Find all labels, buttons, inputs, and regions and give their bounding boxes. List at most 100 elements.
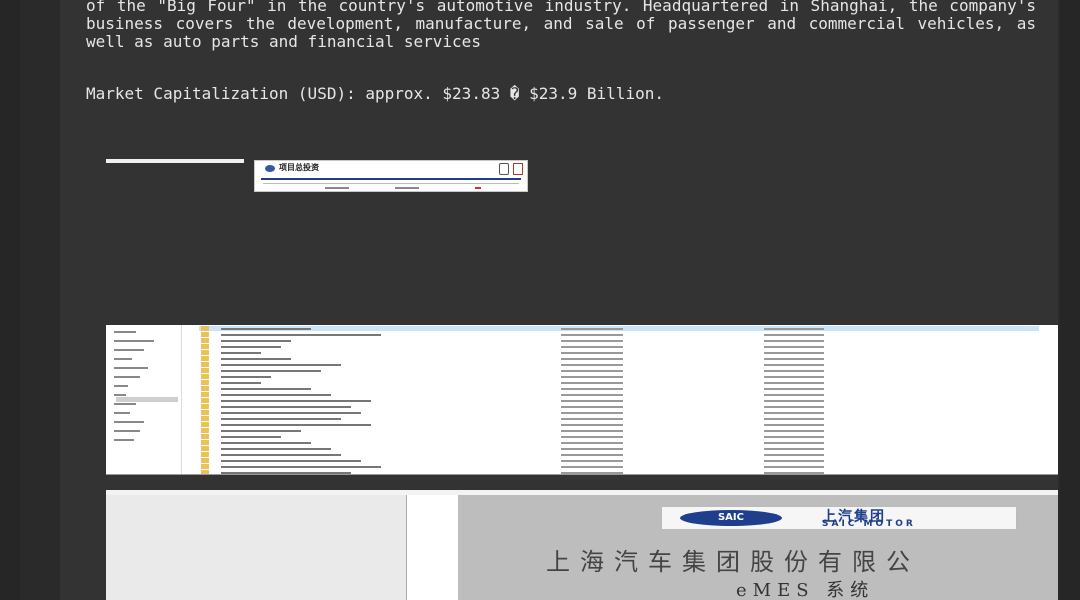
file-name — [221, 352, 261, 354]
file-row — [199, 362, 1039, 367]
folder-icon — [201, 398, 209, 403]
file-type — [764, 436, 824, 438]
thumbnail-image-1[interactable] — [106, 159, 244, 163]
file-name — [221, 382, 261, 384]
thumb-title: 项目总投资 — [279, 163, 319, 172]
file-name — [221, 400, 371, 402]
file-date — [561, 376, 623, 378]
sidebar-item — [114, 376, 140, 378]
page-frame: of the "Big Four" in the country's autom… — [20, 0, 1060, 600]
sidebar-item — [114, 340, 154, 342]
file-date — [561, 454, 623, 456]
file-date — [561, 412, 623, 414]
thumb-header: 项目总投资 — [255, 161, 527, 177]
file-name — [221, 388, 311, 390]
folder-icon — [201, 434, 209, 439]
file-date — [561, 472, 623, 474]
cell — [395, 187, 419, 189]
file-name — [221, 442, 311, 444]
file-row — [199, 458, 1039, 463]
sidebar-item — [114, 358, 132, 360]
file-row — [199, 326, 1039, 331]
file-type — [764, 418, 824, 420]
cell — [475, 187, 481, 189]
folder-icon — [201, 446, 209, 451]
folder-icon — [201, 452, 209, 457]
file-date — [561, 460, 623, 462]
file-row — [199, 332, 1039, 337]
file-type — [764, 448, 824, 450]
file-name — [221, 346, 281, 348]
explorer-sidebar — [106, 325, 182, 474]
file-row — [199, 452, 1039, 457]
file-name — [221, 394, 331, 396]
folder-icon — [201, 368, 209, 373]
file-type — [764, 364, 824, 366]
file-date — [561, 466, 623, 468]
file-name — [221, 406, 351, 408]
file-row — [199, 344, 1039, 349]
file-row — [199, 404, 1039, 409]
file-type — [764, 442, 824, 444]
file-type — [764, 328, 824, 330]
file-date — [561, 442, 623, 444]
file-name — [221, 448, 331, 450]
file-date — [561, 388, 623, 390]
folder-icon — [201, 332, 209, 337]
folder-icon — [201, 386, 209, 391]
file-date — [561, 352, 623, 354]
content-panel: of the "Big Four" in the country's autom… — [60, 0, 1058, 600]
file-name — [221, 436, 281, 438]
file-date — [561, 430, 623, 432]
saic-emes-screenshot[interactable]: SAIC 上汽集团 SAIC MOTOR 上海汽车集团股份有限公 eMES 系统 — [106, 490, 1058, 600]
saic-logo-banner: SAIC 上汽集团 SAIC MOTOR — [661, 506, 1017, 530]
file-type — [764, 346, 824, 348]
file-date — [561, 364, 623, 366]
file-type — [764, 412, 824, 414]
company-name-cn: 上海汽车集团股份有限公 — [546, 548, 920, 576]
folder-icon — [201, 428, 209, 433]
file-row — [199, 380, 1039, 385]
system-label: eMES 系统 — [736, 580, 875, 600]
file-name — [221, 418, 341, 420]
badge-icon — [499, 163, 509, 175]
sidebar-item — [114, 412, 130, 414]
file-date — [561, 424, 623, 426]
file-type — [764, 382, 824, 384]
file-row — [199, 374, 1039, 379]
file-name — [221, 364, 341, 366]
file-row — [199, 464, 1039, 469]
folder-icon — [201, 410, 209, 415]
folder-icon — [201, 350, 209, 355]
file-row — [199, 416, 1039, 421]
folder-icon — [201, 356, 209, 361]
file-type — [764, 454, 824, 456]
file-name — [221, 460, 361, 462]
file-row — [199, 356, 1039, 361]
file-type — [764, 370, 824, 372]
file-name — [221, 430, 301, 432]
file-explorer-screenshot[interactable] — [106, 325, 1058, 475]
folder-icon — [201, 374, 209, 379]
folder-icon — [201, 470, 209, 474]
sidebar-item — [114, 367, 148, 369]
folder-icon — [201, 422, 209, 427]
file-row — [199, 446, 1039, 451]
file-name — [221, 334, 381, 336]
sidebar-item — [114, 385, 128, 387]
file-type — [764, 430, 824, 432]
file-name — [221, 328, 311, 330]
badge-icon — [513, 163, 523, 175]
cell — [325, 187, 349, 189]
file-name — [221, 472, 351, 474]
thumbnail-image-project-investment[interactable]: 项目总投资 — [254, 160, 528, 192]
file-type — [764, 334, 824, 336]
divider — [261, 178, 521, 180]
file-row — [199, 368, 1039, 373]
file-date — [561, 448, 623, 450]
company-description-paragraph: of the "Big Four" in the country's autom… — [86, 0, 1046, 51]
file-date — [561, 406, 623, 408]
left-pane — [106, 495, 406, 600]
folder-icon — [201, 458, 209, 463]
brand-logo-icon — [265, 165, 275, 172]
